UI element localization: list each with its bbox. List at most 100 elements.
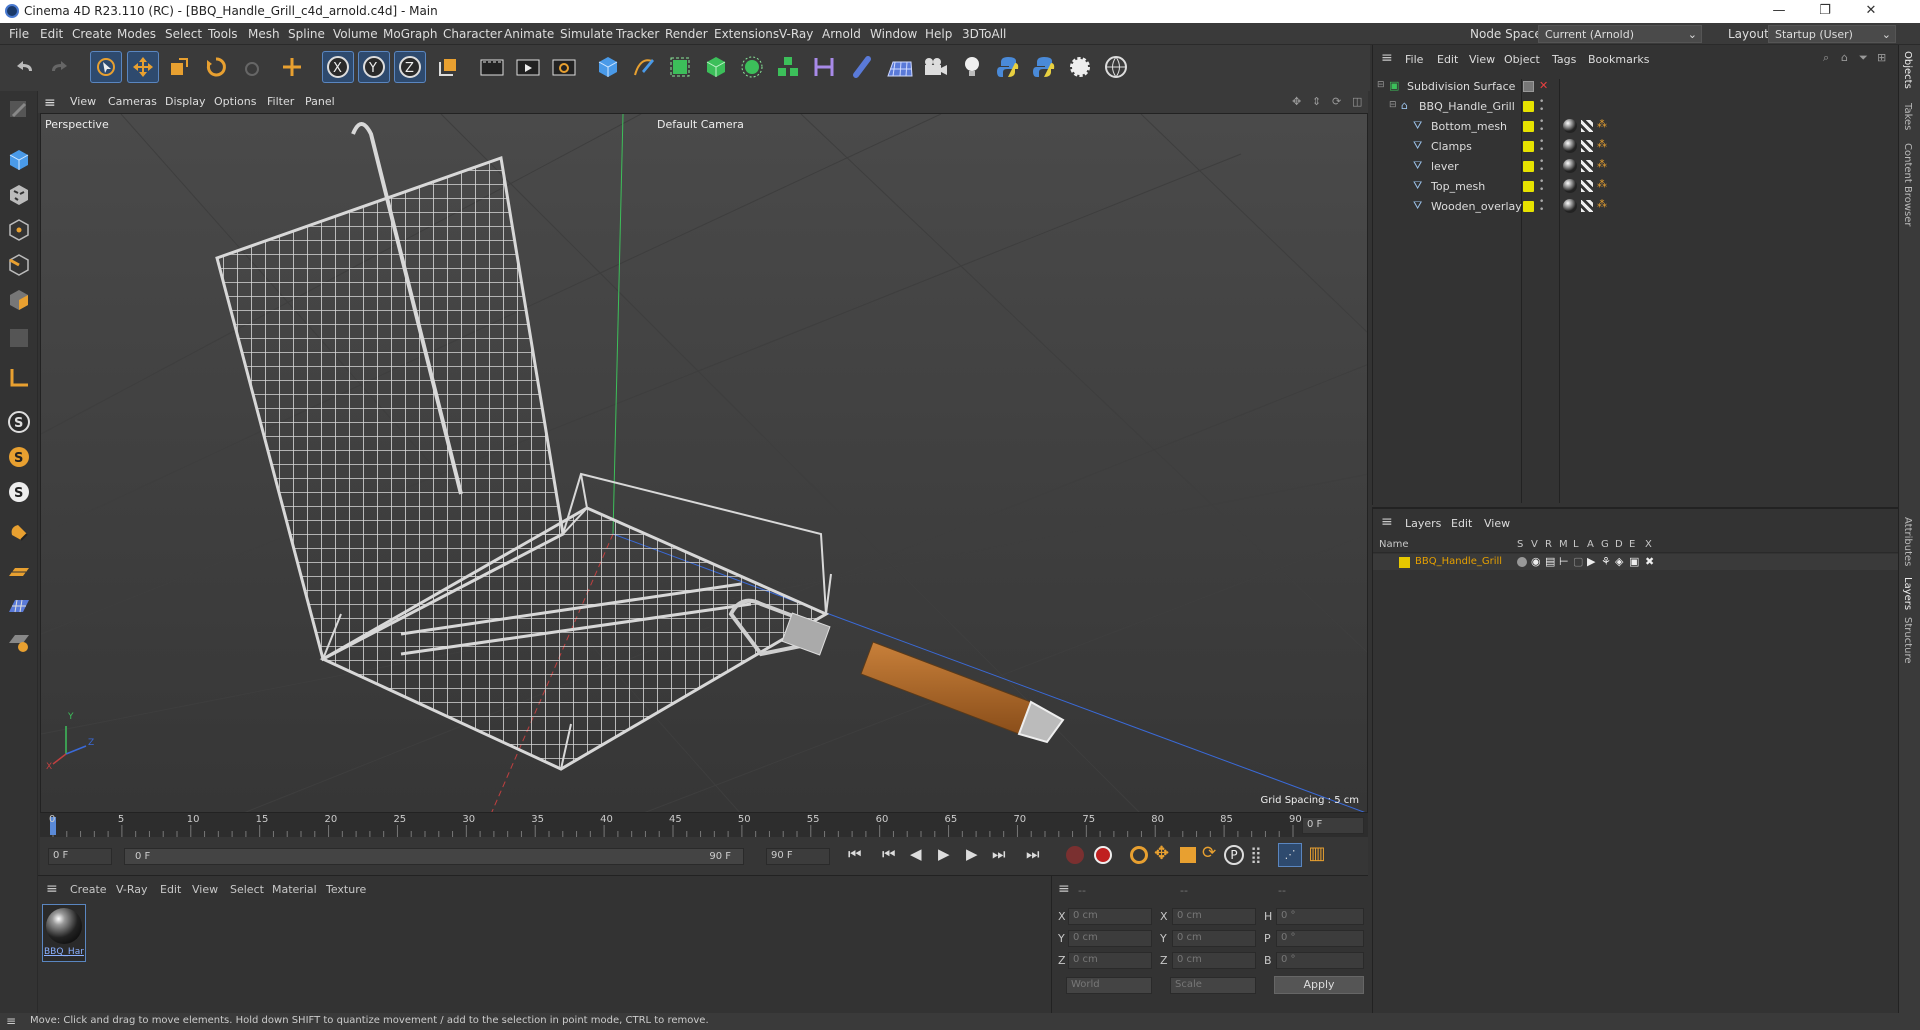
- deformers-icon[interactable]: ◈: [1615, 555, 1623, 568]
- material-tag-icon[interactable]: [1563, 159, 1577, 173]
- object-row-lever[interactable]: ⛛ lever • • ⁂: [1373, 157, 1899, 177]
- menu-create[interactable]: Create: [72, 27, 112, 41]
- rot-p-field[interactable]: 0 °: [1276, 930, 1364, 947]
- timeline-window-icon[interactable]: ▥: [1306, 843, 1328, 867]
- snap-s-white-button[interactable]: S: [4, 477, 34, 507]
- viewport-menu-cameras[interactable]: Cameras: [108, 95, 157, 108]
- obj-menu-view[interactable]: View: [1469, 53, 1495, 66]
- menu-file[interactable]: File: [9, 27, 29, 41]
- hamburger-menu-icon[interactable]: ≡: [1381, 514, 1393, 530]
- layout-dropdown[interactable]: Startup (User) ⌄: [1768, 25, 1896, 43]
- layer-menu-view[interactable]: View: [1484, 517, 1510, 530]
- menu-window[interactable]: Window: [870, 27, 917, 41]
- play-icon[interactable]: ▶: [938, 845, 950, 863]
- dolly-view-icon[interactable]: ⇕: [1312, 95, 1321, 108]
- texture-tag-icon[interactable]: [1581, 180, 1593, 192]
- end-frame-field[interactable]: 90 F: [766, 848, 830, 865]
- z-axis-button[interactable]: Z: [394, 51, 426, 83]
- minimize-button[interactable]: —: [1756, 0, 1802, 23]
- tab-layers[interactable]: Layers: [1902, 577, 1913, 610]
- render-icon[interactable]: ▤: [1545, 555, 1555, 568]
- animation-icon[interactable]: ▶: [1587, 555, 1595, 568]
- collapse-icon[interactable]: ⊟: [1377, 80, 1385, 90]
- visibility-dots-icon[interactable]: • •: [1539, 178, 1544, 195]
- deformer-button[interactable]: [808, 51, 840, 83]
- light-button[interactable]: [956, 51, 988, 83]
- size-y-field[interactable]: 0 cm: [1172, 930, 1256, 947]
- expressions-icon[interactable]: ▣: [1629, 555, 1639, 568]
- generators-icon[interactable]: ⚘: [1601, 555, 1611, 568]
- grid-snap-button[interactable]: [4, 591, 34, 621]
- menu-simulate[interactable]: Simulate: [560, 27, 613, 41]
- pos-z-field[interactable]: 0 cm: [1068, 952, 1152, 969]
- filter-icon[interactable]: ⏷: [1859, 51, 1868, 65]
- layer-color-tag[interactable]: [1523, 121, 1534, 132]
- search-icon[interactable]: ⌕: [1823, 51, 1829, 65]
- menu-character[interactable]: Character: [443, 27, 502, 41]
- home-icon[interactable]: ⌂: [1841, 51, 1848, 64]
- visibility-dots-icon[interactable]: • •: [1539, 98, 1544, 115]
- check-icon[interactable]: [1523, 81, 1534, 92]
- rotate-tool-button[interactable]: [200, 51, 232, 83]
- magnet-icon[interactable]: [4, 517, 34, 547]
- menu-tracker[interactable]: Tracker: [616, 27, 659, 41]
- menu-modes[interactable]: Modes: [117, 27, 156, 41]
- close-button[interactable]: ✕: [1848, 0, 1894, 23]
- mat-menu-select[interactable]: Select: [230, 883, 264, 896]
- coord-mode-dropdown[interactable]: World: [1066, 977, 1152, 994]
- mograph-cloner-button[interactable]: [736, 51, 768, 83]
- menu-tools[interactable]: Tools: [208, 27, 238, 41]
- key-scale-icon[interactable]: [1180, 847, 1196, 863]
- autokey-icon[interactable]: [1094, 846, 1112, 864]
- snap-s-orange-button[interactable]: S: [4, 442, 34, 472]
- python-script-2-button[interactable]: [1028, 51, 1060, 83]
- point-mode-button[interactable]: [4, 215, 34, 245]
- live-selection-button[interactable]: [276, 51, 308, 83]
- recent-tools-button[interactable]: [238, 51, 270, 83]
- object-row-bottom-mesh[interactable]: ⛛ Bottom_mesh • • ⁂: [1373, 117, 1899, 137]
- rot-b-field[interactable]: 0 °: [1276, 952, 1364, 969]
- layer-name[interactable]: BBQ_Handle_Grill: [1415, 556, 1502, 567]
- obj-menu-tags[interactable]: Tags: [1552, 53, 1576, 66]
- menu-vray[interactable]: V-Ray: [779, 27, 813, 41]
- menu-arnold[interactable]: Arnold: [822, 27, 861, 41]
- manager-icon[interactable]: ⊢: [1559, 555, 1569, 568]
- obj-menu-object[interactable]: Object: [1504, 53, 1540, 66]
- apply-button[interactable]: Apply: [1274, 976, 1364, 994]
- floor-button[interactable]: [884, 51, 916, 83]
- pan-view-icon[interactable]: ✥: [1292, 95, 1301, 108]
- mat-menu-material[interactable]: Material: [272, 883, 317, 896]
- next-frame-icon[interactable]: ▶: [966, 845, 978, 863]
- menu-extensions[interactable]: Extensions: [714, 27, 779, 41]
- menu-3dtoall[interactable]: 3DToAll: [962, 27, 1006, 41]
- obj-menu-edit[interactable]: Edit: [1437, 53, 1458, 66]
- texture-tag-icon[interactable]: [1581, 140, 1593, 152]
- layer-row[interactable]: BBQ_Handle_Grill ◉ ▤ ⊢ ▢ ▶ ⚘ ◈ ▣ ✖: [1373, 554, 1899, 570]
- model-mode-button[interactable]: [4, 145, 34, 175]
- render-picture-viewer-button[interactable]: [512, 51, 544, 83]
- hamburger-menu-icon[interactable]: ≡: [6, 1014, 16, 1028]
- tab-attributes[interactable]: Attributes: [1902, 517, 1913, 566]
- layer-menu-edit[interactable]: Edit: [1451, 517, 1472, 530]
- tab-objects[interactable]: Objects: [1902, 51, 1913, 89]
- visibility-dots-icon[interactable]: • •: [1539, 138, 1544, 155]
- texture-tag-icon[interactable]: [1581, 120, 1593, 132]
- key-position-icon[interactable]: ✥: [1154, 843, 1169, 864]
- menu-mesh[interactable]: Mesh: [248, 27, 280, 41]
- x-axis-button[interactable]: X: [322, 51, 354, 83]
- viewport-menu-view[interactable]: View: [70, 95, 96, 108]
- python-script-button[interactable]: [992, 51, 1024, 83]
- viewport-menu-filter[interactable]: Filter: [267, 95, 294, 108]
- new-view-icon[interactable]: ⊞: [1877, 51, 1886, 64]
- hamburger-menu-icon[interactable]: ≡: [44, 95, 56, 111]
- mat-menu-create[interactable]: Create: [70, 883, 107, 896]
- toggle-layout-icon[interactable]: ◫: [1352, 95, 1362, 108]
- material-tag-icon[interactable]: [1563, 139, 1577, 153]
- layer-color-swatch[interactable]: [1399, 557, 1410, 568]
- motion-tracks-icon[interactable]: ⋰: [1278, 843, 1302, 867]
- eye-icon[interactable]: ◉: [1531, 555, 1541, 568]
- arnold-tag-icon[interactable]: ⁂: [1597, 119, 1607, 130]
- object-row-bbq-handle-grill[interactable]: ⊟ ⌂ BBQ_Handle_Grill • •: [1373, 97, 1899, 117]
- start-frame-field[interactable]: 0 F: [48, 848, 112, 865]
- polygon-mode-button[interactable]: [4, 285, 34, 315]
